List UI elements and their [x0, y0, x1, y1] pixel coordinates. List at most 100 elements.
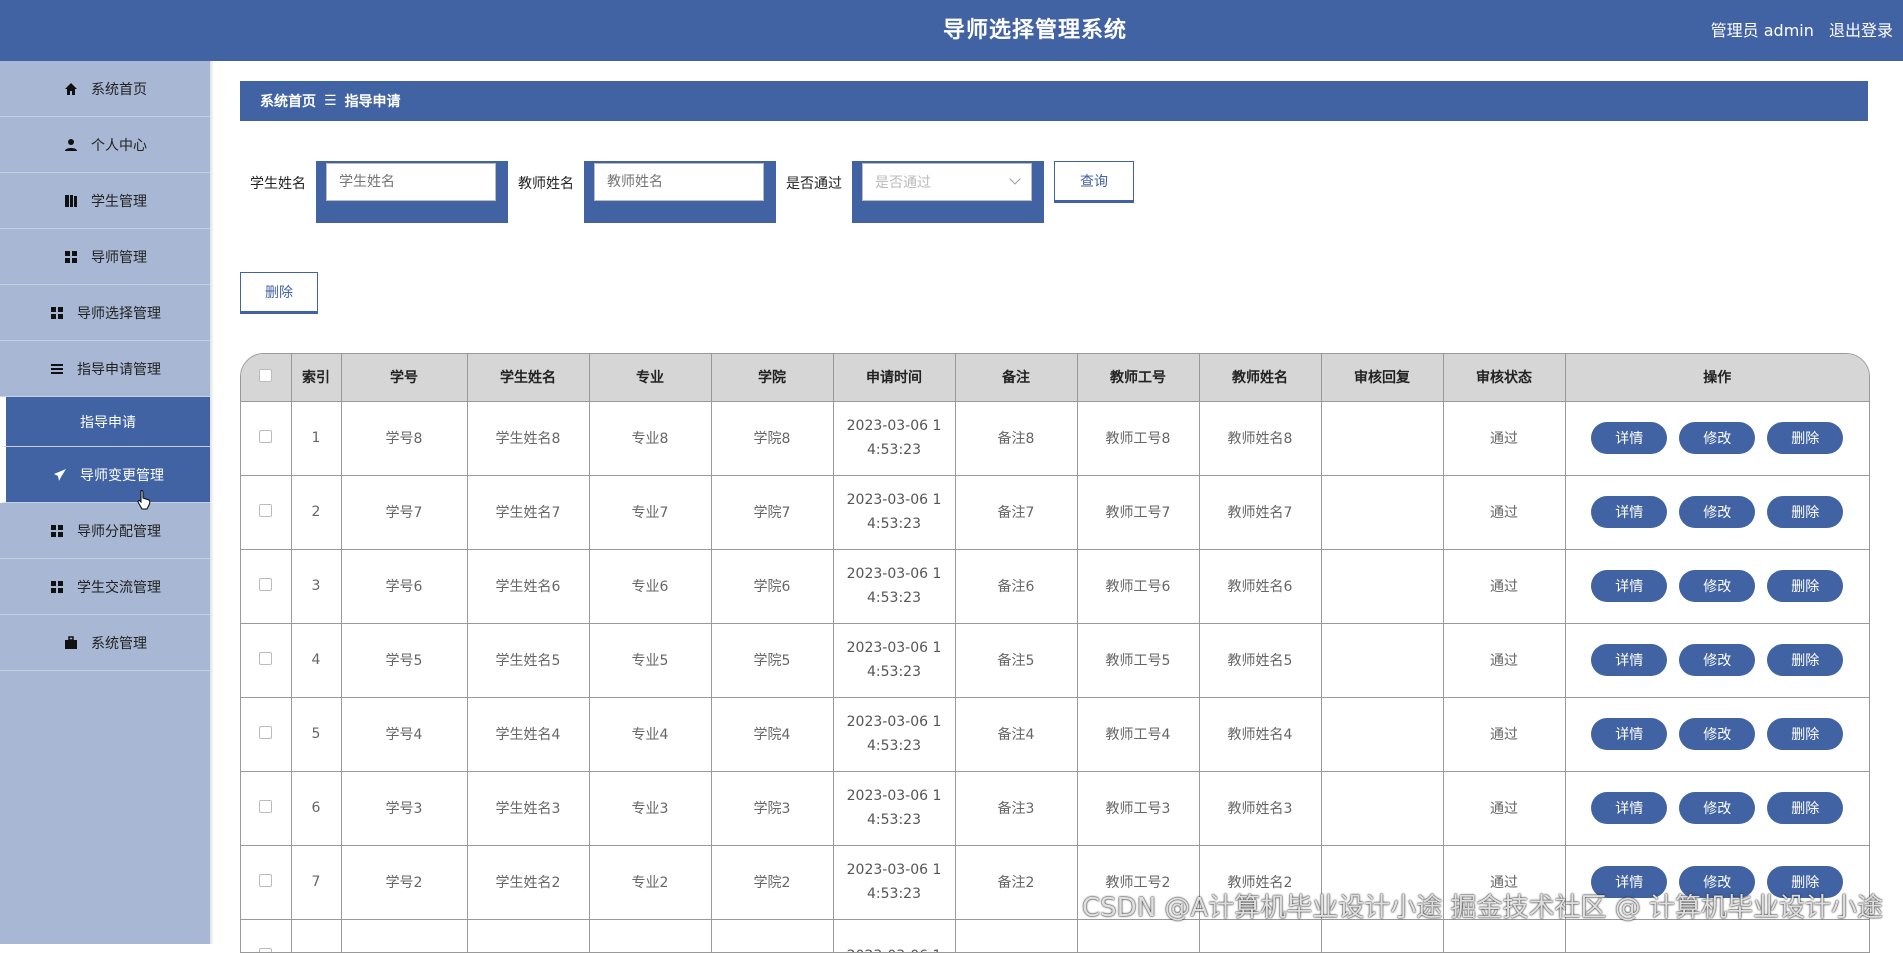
passed-select[interactable]: 是否通过 — [862, 163, 1032, 201]
apply-time-cell: 2023-03-06 1 — [833, 919, 955, 953]
note-cell: 备注7 — [955, 475, 1077, 549]
edit-button[interactable]: 修改 — [1679, 496, 1755, 528]
delete-button[interactable]: 删除 — [1767, 644, 1843, 676]
detail-button[interactable]: 详情 — [1591, 570, 1667, 602]
detail-button[interactable]: 详情 — [1591, 496, 1667, 528]
detail-button[interactable]: 详情 — [1591, 422, 1667, 454]
logout-link[interactable]: 退出登录 — [1829, 21, 1893, 40]
row-checkbox[interactable] — [259, 948, 272, 953]
row-checkbox[interactable] — [259, 874, 272, 887]
column-header: 审核回复 — [1321, 354, 1443, 401]
status-cell — [1443, 919, 1565, 953]
detail-button[interactable]: 详情 — [1591, 792, 1667, 824]
sidebar-item-tutor-selection[interactable]: 导师选择管理 — [0, 285, 210, 341]
note-cell — [955, 919, 1077, 953]
delete-button[interactable]: 删除 — [1767, 570, 1843, 602]
teacher-name-label: 教师姓名 — [518, 173, 574, 193]
sidebar-item-label: 导师管理 — [91, 247, 147, 267]
sid-cell: 学号6 — [341, 549, 467, 623]
apply-time-line1: 2023-03-06 1 — [834, 488, 955, 512]
sidebar-item-student-exchange[interactable]: 学生交流管理 — [0, 559, 210, 615]
note-cell: 备注3 — [955, 771, 1077, 845]
index-cell — [291, 919, 341, 953]
sidebar-item-system-management[interactable]: 系统管理 — [0, 615, 210, 671]
teacher-name-input[interactable] — [594, 163, 764, 201]
apply-time-line1: 2023-03-06 1 — [834, 858, 955, 882]
tid-cell — [1077, 919, 1199, 953]
reply-cell — [1321, 771, 1443, 845]
apply-time-cell: 2023-03-06 14:53:23 — [833, 401, 955, 475]
main-content: 系统首页 ☰ 指导申请 学生姓名 教师姓名 是否通过 是否通过 查询 删除 — [210, 61, 1903, 944]
edit-button[interactable]: 修改 — [1679, 644, 1755, 676]
sidebar-item-student-management[interactable]: 学生管理 — [0, 173, 210, 229]
detail-button[interactable]: 详情 — [1591, 718, 1667, 750]
edit-button[interactable]: 修改 — [1679, 718, 1755, 750]
index-cell: 3 — [291, 549, 341, 623]
edit-button[interactable]: 修改 — [1679, 792, 1755, 824]
row-checkbox[interactable] — [259, 800, 272, 813]
reply-cell — [1321, 549, 1443, 623]
briefcase-icon — [63, 635, 79, 651]
column-header: 审核状态 — [1443, 354, 1565, 401]
delete-button[interactable]: 删除 — [1767, 422, 1843, 454]
grid-icon — [49, 523, 65, 539]
status-cell: 通过 — [1443, 697, 1565, 771]
detail-button[interactable]: 详情 — [1591, 644, 1667, 676]
book-icon — [63, 193, 79, 209]
reply-cell — [1321, 475, 1443, 549]
major-cell: 专业3 — [589, 771, 711, 845]
sidebar-item-home[interactable]: 系统首页 — [0, 61, 210, 117]
sname-cell — [467, 919, 589, 953]
sidebar-item-personal-center[interactable]: 个人中心 — [0, 117, 210, 173]
sidebar-item-tutor-assignment[interactable]: 导师分配管理 — [0, 503, 210, 559]
apply-time-cell: 2023-03-06 14:53:23 — [833, 697, 955, 771]
column-header: 学生姓名 — [467, 354, 589, 401]
college-cell: 学院8 — [711, 401, 833, 475]
sid-cell: 学号4 — [341, 697, 467, 771]
status-cell: 通过 — [1443, 623, 1565, 697]
edit-button[interactable]: 修改 — [1679, 422, 1755, 454]
sidebar-item-tutor-management[interactable]: 导师管理 — [0, 229, 210, 285]
table-row: 5学号4学生姓名4专业4学院42023-03-06 14:53:23备注4教师工… — [241, 697, 1869, 771]
batch-delete-button[interactable]: 删除 — [240, 272, 318, 314]
actions-cell: 详情修改删除 — [1565, 401, 1869, 475]
college-cell: 学院4 — [711, 697, 833, 771]
delete-button[interactable]: 删除 — [1767, 496, 1843, 528]
reply-cell — [1321, 919, 1443, 953]
query-button[interactable]: 查询 — [1054, 161, 1134, 203]
college-cell: 学院7 — [711, 475, 833, 549]
sid-cell: 学号5 — [341, 623, 467, 697]
sidebar: 系统首页 个人中心 学生管理 导师管理 导师选择管理 指导申请管理 指导申请 导… — [0, 61, 210, 944]
sidebar-subitem-guidance-application[interactable]: 指导申请 — [0, 397, 210, 447]
row-checkbox[interactable] — [259, 578, 272, 591]
apply-time-line2: 4:53:23 — [834, 734, 955, 758]
delete-button[interactable]: 删除 — [1767, 718, 1843, 750]
student-name-label: 学生姓名 — [250, 173, 306, 193]
sidebar-item-guidance-application-management[interactable]: 指导申请管理 — [0, 341, 210, 397]
passed-select-placeholder: 是否通过 — [875, 172, 931, 192]
application-table: 索引 学号 学生姓名 专业 学院 申请时间 备注 教师工号 教师姓名 审核回复 … — [240, 353, 1870, 953]
status-cell: 通过 — [1443, 549, 1565, 623]
apply-time-cell: 2023-03-06 14:53:23 — [833, 475, 955, 549]
actions-cell — [1565, 919, 1869, 953]
row-checkbox[interactable] — [259, 504, 272, 517]
sidebar-item-label: 导师分配管理 — [77, 521, 161, 541]
note-cell: 备注8 — [955, 401, 1077, 475]
actions-cell: 详情修改删除 — [1565, 623, 1869, 697]
delete-button[interactable]: 删除 — [1767, 792, 1843, 824]
row-checkbox[interactable] — [259, 652, 272, 665]
passed-field-box: 是否通过 — [852, 161, 1044, 223]
apply-time-cell: 2023-03-06 14:53:23 — [833, 845, 955, 919]
select-all-checkbox[interactable] — [259, 369, 272, 382]
status-cell: 通过 — [1443, 475, 1565, 549]
note-cell: 备注6 — [955, 549, 1077, 623]
row-checkbox[interactable] — [259, 726, 272, 739]
breadcrumb-home[interactable]: 系统首页 — [260, 91, 316, 111]
student-name-input[interactable] — [326, 163, 496, 201]
sidebar-item-tutor-change[interactable]: 导师变更管理 — [0, 447, 210, 503]
table-row: 1学号8学生姓名8专业8学院82023-03-06 14:53:23备注8教师工… — [241, 401, 1869, 475]
edit-button[interactable]: 修改 — [1679, 570, 1755, 602]
row-checkbox[interactable] — [259, 430, 272, 443]
apply-time-cell: 2023-03-06 14:53:23 — [833, 549, 955, 623]
apply-time-line2: 4:53:23 — [834, 586, 955, 610]
